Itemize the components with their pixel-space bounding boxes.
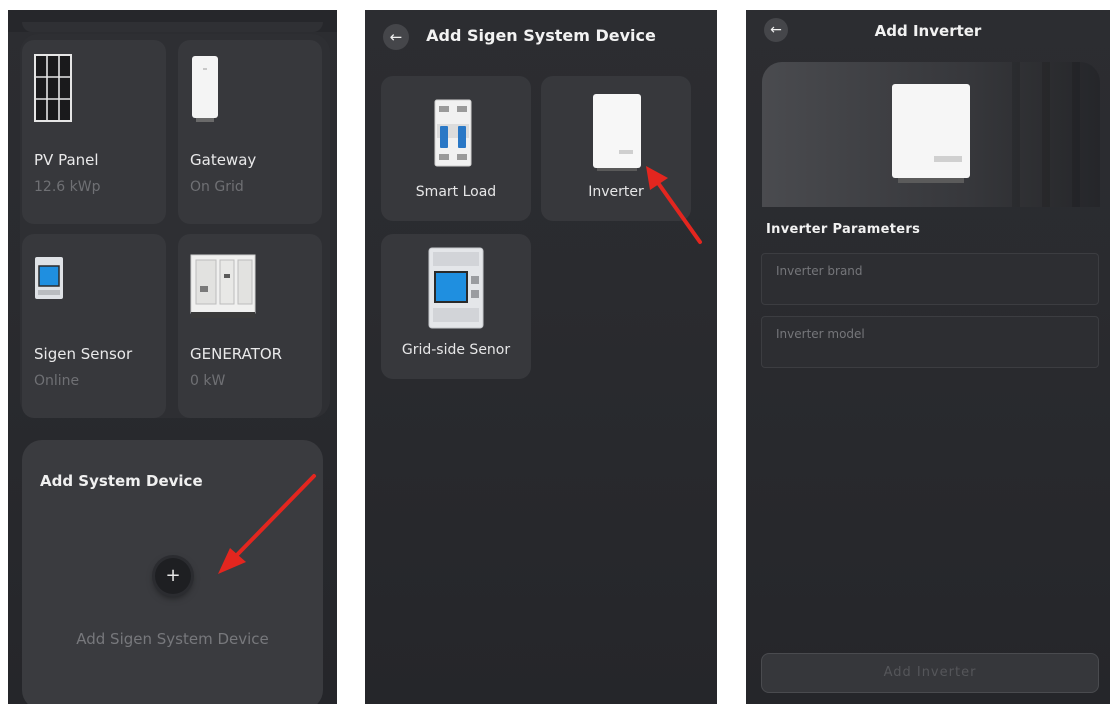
inverter-icon: [892, 84, 970, 183]
gateway-icon: [192, 56, 218, 122]
device-overview-screen: PV Panel 12.6 kWp Gateway On Grid Sigen …: [8, 10, 337, 704]
option-label: Smart Load: [415, 184, 497, 200]
device-card-pv-panel[interactable]: PV Panel 12.6 kWp: [22, 40, 166, 224]
device-card-generator[interactable]: GENERATOR 0 kW: [178, 234, 322, 418]
option-label: Grid-side Senor: [401, 342, 511, 358]
device-name: Gateway: [190, 151, 257, 169]
device-name: GENERATOR: [190, 345, 283, 363]
page-title: Add Sigen System Device: [426, 26, 656, 45]
device-status: On Grid: [190, 179, 244, 195]
inverter-icon: [593, 94, 641, 171]
inverter-brand-field[interactable]: [761, 253, 1099, 305]
hero-stripes: [990, 62, 1100, 207]
pv-panel-icon: [34, 54, 72, 122]
add-card-subtitle: Add Sigen System Device: [76, 630, 269, 648]
device-name: PV Panel: [34, 151, 99, 169]
device-status: 12.6 kWp: [34, 179, 101, 195]
inverter-model-input[interactable]: [762, 317, 1098, 367]
option-inverter[interactable]: Inverter: [541, 76, 691, 221]
add-card-title: Add System Device: [40, 472, 203, 490]
device-status: 0 kW: [190, 373, 226, 389]
header: ← Add Sigen System Device: [365, 10, 717, 62]
inverter-model-field[interactable]: [761, 316, 1099, 368]
device-card-sigen-sensor[interactable]: Sigen Sensor Online: [22, 234, 166, 418]
device-name: Sigen Sensor: [34, 345, 133, 363]
option-smart-load[interactable]: Smart Load: [381, 76, 531, 221]
add-device-screen: ← Add Sigen System Device Smart Load Inv…: [365, 10, 717, 704]
section-title: Inverter Parameters: [766, 222, 921, 237]
meter-icon: [428, 247, 484, 329]
inverter-brand-input[interactable]: [762, 254, 1098, 304]
add-device-button[interactable]: +: [155, 558, 191, 594]
option-label: Inverter: [588, 184, 644, 200]
generator-icon: [190, 254, 256, 318]
add-system-device-card: Add System Device + Add Sigen System Dev…: [22, 440, 323, 704]
inverter-hero-image: [762, 62, 1100, 207]
option-grid-side-sensor[interactable]: Grid-side Senor: [381, 234, 531, 379]
sensor-icon: [35, 257, 63, 299]
device-status: Online: [34, 373, 80, 389]
circuit-breaker-icon: [434, 99, 472, 167]
add-inverter-button[interactable]: Add Inverter: [761, 653, 1099, 693]
device-card-gateway[interactable]: Gateway On Grid: [178, 40, 322, 224]
add-inverter-screen: ← Add Inverter Inverter Parameters Add I…: [746, 10, 1110, 704]
page-title: Add Inverter: [874, 22, 982, 40]
top-strip: [8, 10, 337, 32]
